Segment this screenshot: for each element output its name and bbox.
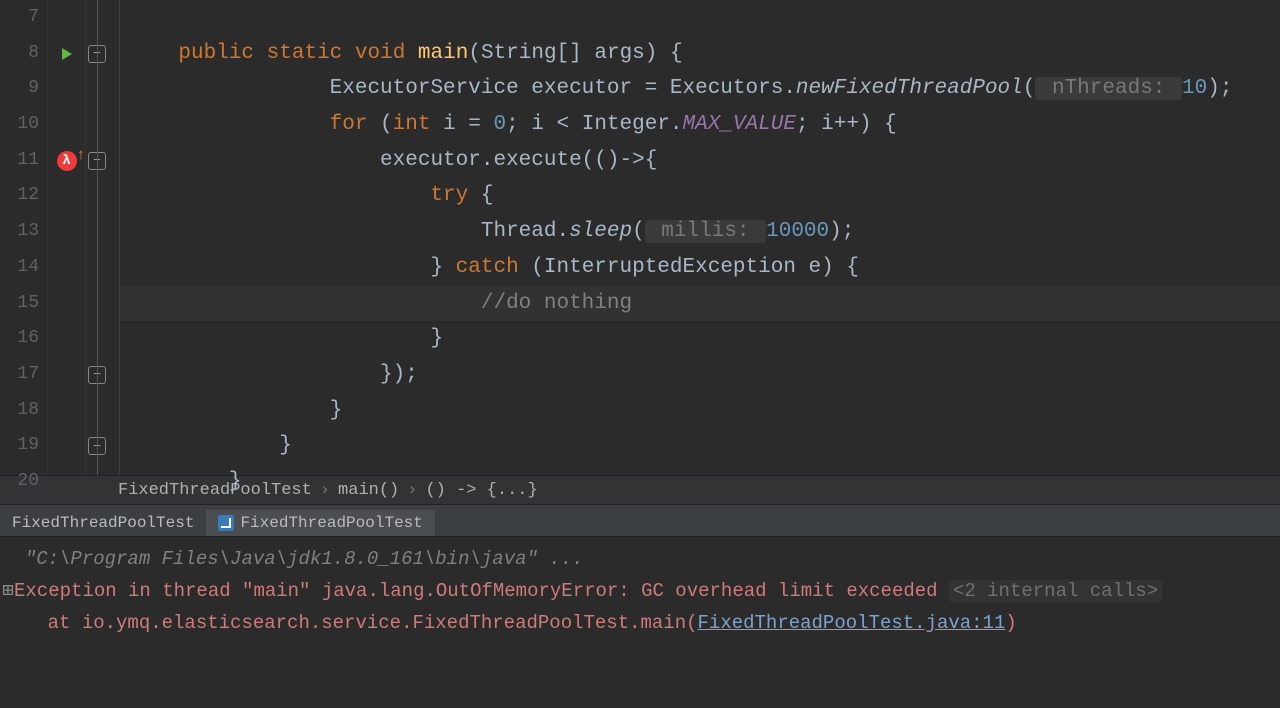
line-number: 10: [0, 107, 39, 143]
console-command: "C:\Program Files\Java\jdk1.8.0_161\bin\…: [2, 543, 1278, 575]
code-line[interactable]: }: [120, 321, 1280, 357]
line-number: 13: [0, 214, 39, 250]
expand-icon[interactable]: ⊞: [2, 575, 14, 607]
parameter-hint: nThreads:: [1035, 77, 1182, 100]
run-tab[interactable]: FixedThreadPoolTest: [206, 510, 434, 536]
code-content[interactable]: public static void main(String[] args) {…: [120, 0, 1280, 475]
line-number: 12: [0, 178, 39, 214]
code-line[interactable]: } catch (InterruptedException e) {: [120, 250, 1280, 286]
line-number: 14: [0, 250, 39, 286]
gutter-icons: λ↑: [48, 0, 86, 475]
parameter-hint: millis:: [645, 220, 766, 243]
code-line[interactable]: ExecutorService executor = Executors.new…: [120, 71, 1280, 107]
run-tabs: FixedThreadPoolTest FixedThreadPoolTest: [0, 505, 1280, 537]
application-icon: [218, 515, 234, 531]
code-line[interactable]: //do nothing: [120, 286, 1280, 322]
console-output[interactable]: "C:\Program Files\Java\jdk1.8.0_161\bin\…: [0, 537, 1280, 708]
lambda-breakpoint-icon[interactable]: λ↑: [57, 151, 77, 171]
line-number: 15: [0, 286, 39, 322]
run-icon[interactable]: [59, 46, 75, 62]
code-line[interactable]: executor.execute(()->{: [120, 143, 1280, 179]
console-error-line: ⊞Exception in thread "main" java.lang.Ou…: [2, 575, 1278, 607]
line-number: 7: [0, 0, 39, 36]
console-stack-line: at io.ymq.elasticsearch.service.FixedThr…: [2, 607, 1278, 639]
line-number: 18: [0, 393, 39, 429]
line-number: 20: [0, 464, 39, 500]
fold-gutter: − − − −: [86, 0, 120, 475]
code-line[interactable]: Thread.sleep( millis: 10000);: [120, 214, 1280, 250]
code-editor[interactable]: 7 8 9 10 11 12 13 14 15 16 17 18 19 20 λ…: [0, 0, 1280, 475]
line-number: 11: [0, 143, 39, 179]
line-number: 17: [0, 357, 39, 393]
code-line[interactable]: [120, 0, 1280, 36]
line-number: 19: [0, 428, 39, 464]
line-number: 8: [0, 36, 39, 72]
internal-calls-badge: <2 internal calls>: [949, 580, 1162, 602]
stacktrace-link[interactable]: FixedThreadPoolTest.java:11: [698, 612, 1006, 634]
code-line[interactable]: }: [120, 393, 1280, 429]
code-line[interactable]: }: [120, 428, 1280, 464]
code-line[interactable]: });: [120, 357, 1280, 393]
code-line[interactable]: try {: [120, 178, 1280, 214]
code-line[interactable]: public static void main(String[] args) {: [120, 36, 1280, 72]
line-number-gutter: 7 8 9 10 11 12 13 14 15 16 17 18 19 20: [0, 0, 48, 475]
run-tab[interactable]: FixedThreadPoolTest: [0, 510, 206, 536]
line-number: 16: [0, 321, 39, 357]
code-line[interactable]: }: [120, 464, 1280, 500]
code-line[interactable]: for (int i = 0; i < Integer.MAX_VALUE; i…: [120, 107, 1280, 143]
line-number: 9: [0, 71, 39, 107]
